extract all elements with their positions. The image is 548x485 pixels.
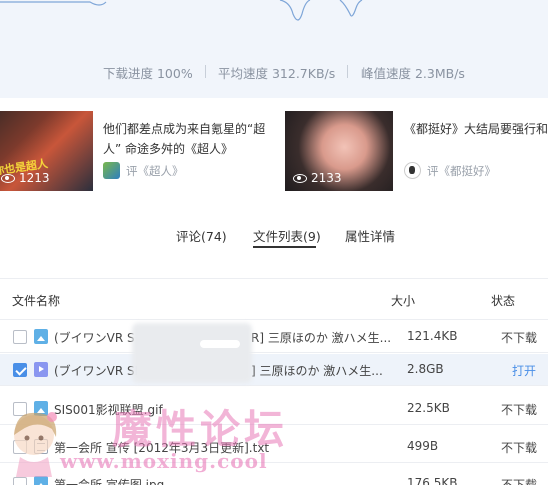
file-size: 121.4KB <box>407 329 458 343</box>
video-file-icon <box>34 362 48 377</box>
file-name: SIS001影视联盟.gif <box>54 403 163 417</box>
file-status[interactable]: 不下载 <box>501 329 537 346</box>
detail-tabs: 评论(74) 文件列表(9) 属性详情 <box>0 226 548 252</box>
recommendation-thumbnail[interactable]: 你也是超人 1213 <box>0 111 93 191</box>
column-header-status[interactable]: 状态 <box>491 292 515 309</box>
redaction-blur <box>200 340 240 348</box>
recommendation-title[interactable]: 《都挺好》大结局要强行和解？苏明玉们，请“自私”一点 <box>404 119 548 139</box>
file-checkbox[interactable] <box>13 330 27 344</box>
file-size: 2.8GB <box>407 362 444 376</box>
file-row[interactable]: 第一会所 宣传 [2012年3月3日更新].txt 499B 不下载 <box>0 431 548 463</box>
file-name-tail: R] 三原ほのか 激ハメ生... <box>251 331 392 345</box>
recommendation-source[interactable]: 评《超人》 <box>103 162 184 179</box>
file-size: 22.5KB <box>407 401 450 415</box>
file-row[interactable]: (ブイワンVR SE ] 三原ほのか 激ハメ生... 2.8GB 打开 <box>0 354 548 386</box>
file-name: (ブイワンVR S <box>54 331 135 345</box>
file-size: 176.5KB <box>407 476 458 485</box>
recommendation-source[interactable]: 评《都挺好》 <box>404 162 496 179</box>
recommendation-thumbnail[interactable]: 2133 <box>285 111 393 191</box>
file-name-tail: ] 三原ほのか 激ハメ生... <box>251 364 383 378</box>
file-checkbox[interactable] <box>13 477 27 485</box>
redaction-blur <box>132 323 252 383</box>
download-progress: 下载进度 100% <box>103 66 193 81</box>
download-speed-panel: 下载进度 100% 平均速度 312.7KB/s 峰值速度 2.3MB/s <box>0 0 548 98</box>
average-speed: 平均速度 312.7KB/s <box>218 66 336 81</box>
tab-comments[interactable]: 评论(74) <box>176 226 227 245</box>
avatar <box>404 162 421 179</box>
view-count: 1213 <box>1 171 50 185</box>
recommendation-cards: 你也是超人 1213 他们都差点成为来自氪星的“超人” 命途多舛的《超人》 评《… <box>0 111 548 191</box>
file-size: 499B <box>407 439 439 453</box>
file-row[interactable]: (ブイワンVR S R] 三原ほのか 激ハメ生... 121.4KB 不下载 <box>0 321 548 353</box>
recommendation-title[interactable]: 他们都差点成为来自氪星的“超人” 命途多舛的《超人》 <box>103 119 283 159</box>
eye-icon <box>1 173 15 183</box>
column-header-size[interactable]: 大小 <box>391 292 415 309</box>
view-count: 2133 <box>293 171 342 185</box>
file-checkbox[interactable] <box>13 402 27 416</box>
file-name: (ブイワンVR SE <box>54 364 143 378</box>
download-stats: 下载进度 100% 平均速度 312.7KB/s 峰值速度 2.3MB/s <box>0 63 548 81</box>
image-file-icon <box>34 476 48 485</box>
eye-icon <box>293 173 307 183</box>
image-file-icon <box>34 401 48 416</box>
divider <box>347 65 348 78</box>
file-name: 第一会所 宣传 [2012年3月3日更新].txt <box>54 441 270 455</box>
file-row[interactable]: 第一会所 宣传图.jpg 176.5KB 不下载 <box>0 468 548 485</box>
file-status[interactable]: 不下载 <box>501 476 537 485</box>
file-list-header: 文件名称 大小 状态 <box>0 278 548 320</box>
file-status[interactable]: 不下载 <box>501 439 537 456</box>
column-header-name[interactable]: 文件名称 <box>12 292 60 309</box>
peak-speed: 峰值速度 2.3MB/s <box>361 66 465 81</box>
tab-file-list[interactable]: 文件列表(9) <box>253 226 321 245</box>
file-checkbox[interactable] <box>13 363 27 377</box>
image-file-icon <box>34 329 48 344</box>
divider <box>205 65 206 78</box>
file-name: 第一会所 宣传图.jpg <box>54 478 165 485</box>
avatar <box>103 162 120 179</box>
file-status[interactable]: 不下载 <box>501 401 537 418</box>
speed-graph <box>0 0 363 21</box>
text-file-icon <box>34 439 48 454</box>
file-checkbox[interactable] <box>13 440 27 454</box>
file-row[interactable]: SIS001影视联盟.gif 22.5KB 不下载 <box>0 393 548 425</box>
active-tab-indicator <box>253 246 316 248</box>
open-file-link[interactable]: 打开 <box>512 362 536 379</box>
tab-properties[interactable]: 属性详情 <box>345 226 395 245</box>
